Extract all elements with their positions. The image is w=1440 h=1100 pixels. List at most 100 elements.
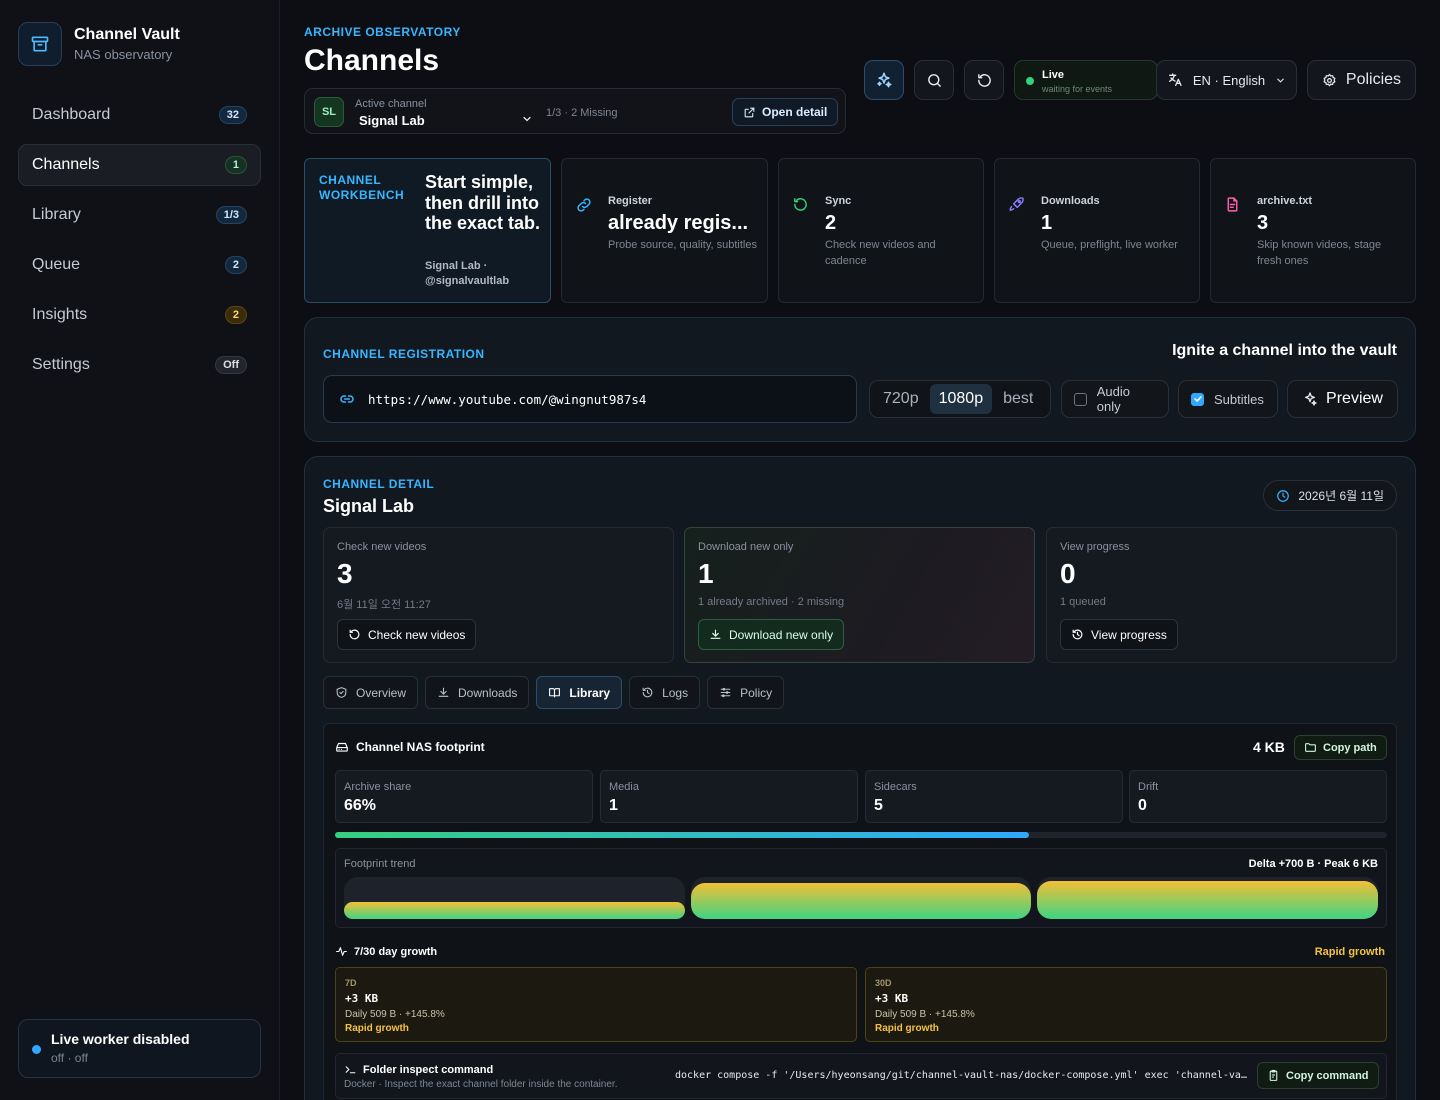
active-channel-selector[interactable]: SL Active channel Signal Lab 1/3 · 2 Mis… — [304, 88, 846, 134]
archive-share-progress-fill — [335, 832, 1030, 838]
open-detail-button[interactable]: Open detail — [732, 98, 839, 126]
check-new-videos-button[interactable]: Check new videos — [337, 619, 477, 650]
quality-option-best[interactable]: best — [994, 384, 1042, 414]
growth-value: +3 KB — [875, 992, 909, 1005]
audio-only-toggle[interactable]: Audio only — [1061, 380, 1169, 418]
nas-footprint-section: Channel NAS footprint 4 KB Copy path Arc… — [323, 723, 1397, 1100]
channel-workbench-card: CHANNEL WORKBENCH Start simple, then dri… — [304, 158, 551, 303]
stat-subtitle: Queue, preflight, live worker — [1041, 239, 1178, 251]
shield-icon — [336, 687, 347, 698]
archive-share-progress — [335, 832, 1387, 838]
copy-command-label: Copy command — [1286, 1069, 1369, 1082]
sidebar-item-dashboard[interactable]: Dashboard 32 — [18, 94, 261, 136]
count-badge: 2 — [224, 306, 247, 324]
action-label: View progress — [1060, 541, 1130, 553]
search-icon — [927, 73, 941, 87]
tab-policy[interactable]: Policy — [707, 676, 785, 709]
trend-bar — [690, 883, 1032, 919]
stat-label: archive.txt — [1257, 195, 1313, 207]
tab-library[interactable]: Library — [536, 676, 623, 709]
footprint-title: Channel NAS footprint — [356, 740, 485, 754]
search-button[interactable] — [914, 60, 954, 100]
count-badge: 32 — [218, 106, 247, 124]
policies-button[interactable]: Policies — [1307, 60, 1416, 100]
growth-title-row: 7/30 day growth — [335, 945, 437, 958]
stat-value: 1 — [1041, 212, 1053, 234]
preview-label: Preview — [1326, 390, 1383, 407]
stat-value: already regis... — [608, 212, 749, 234]
page-eyebrow: ARCHIVE OBSERVATORY — [304, 25, 461, 39]
stat-subtitle: Check new videos and cadence — [825, 239, 936, 267]
link-icon — [575, 196, 593, 214]
channel-registration-panel: CHANNEL REGISTRATION Ignite a channel in… — [304, 317, 1416, 442]
refresh-button[interactable] — [964, 60, 1004, 100]
sidebar-item-settings[interactable]: Settings Off — [18, 344, 261, 386]
register-card[interactable]: Register already regis... Probe source, … — [561, 158, 768, 303]
stat-subtitle: Probe source, quality, subtitles — [608, 239, 757, 251]
policies-label: Policies — [1345, 71, 1402, 88]
sidebar-item-library[interactable]: Library 1/3 — [18, 194, 261, 236]
gear-icon — [1323, 73, 1336, 86]
activity-icon — [336, 947, 347, 956]
live-worker-status[interactable]: Live worker disabled off · off — [18, 1019, 261, 1078]
channel-url-input[interactable]: https://www.youtube.com/@wingnut987s4 — [323, 375, 857, 423]
clipboard-icon — [1269, 1069, 1278, 1081]
metric-value: 5 — [874, 797, 883, 814]
download-icon — [438, 687, 449, 697]
check-new-videos-card: Check new videos 3 6월 11일 오전 11:27 Check… — [323, 527, 674, 663]
copy-path-label: Copy path — [1323, 741, 1377, 754]
download-new-only-button[interactable]: Download new only — [698, 619, 845, 650]
sidebar-item-queue[interactable]: Queue 2 — [18, 244, 261, 286]
quality-option-720p[interactable]: 720p — [874, 384, 928, 414]
checkbox-checked-icon — [1191, 392, 1204, 406]
view-progress-button[interactable]: View progress — [1060, 619, 1178, 650]
copy-path-button[interactable]: Copy path — [1294, 735, 1387, 760]
subtitles-toggle[interactable]: Subtitles — [1178, 380, 1278, 418]
sidebar-item-label: Library — [32, 206, 81, 223]
action-label: Check new videos — [337, 541, 427, 553]
trend-label: Footprint trend — [344, 858, 416, 870]
sidebar-item-insights[interactable]: Insights 2 — [18, 294, 261, 336]
metric-label: Media — [609, 781, 639, 793]
chevron-down-icon[interactable] — [521, 113, 533, 125]
live-title: Live — [1042, 69, 1065, 81]
rocket-icon — [1008, 196, 1025, 213]
worker-subtitle: off · off — [51, 1051, 88, 1065]
detail-tabs: Overview Downloads Library Logs Policy — [323, 676, 785, 709]
main-content: ARCHIVE OBSERVATORY Channels SL Active c… — [280, 0, 1440, 1100]
terminal-icon — [345, 1066, 356, 1074]
action-value: 1 — [698, 558, 714, 589]
button-label: Download new only — [729, 627, 834, 642]
registration-tagline: Ignite a channel into the vault — [1172, 342, 1397, 359]
quality-option-1080p[interactable]: 1080p — [929, 384, 993, 414]
archive-txt-card[interactable]: archive.txt 3 Skip known videos, stage f… — [1210, 158, 1416, 303]
sparkle-icon — [877, 72, 892, 88]
tab-downloads[interactable]: Downloads — [425, 676, 530, 709]
tab-logs[interactable]: Logs — [629, 676, 701, 709]
sparkle-icon — [1305, 392, 1317, 406]
date-pill[interactable]: 2026년 6월 11일 — [1263, 480, 1397, 511]
refresh-icon — [349, 629, 360, 640]
sparkle-button[interactable] — [864, 60, 904, 100]
channel-url-value: https://www.youtube.com/@wingnut987s4 — [368, 391, 647, 407]
sidebar-item-channels[interactable]: Channels 1 — [18, 144, 261, 186]
downloads-card[interactable]: Downloads 1 Queue, preflight, live worke… — [994, 158, 1200, 303]
button-label: Check new videos — [368, 627, 466, 642]
action-subtitle: 6월 11일 오전 11:27 — [337, 599, 431, 611]
file-icon — [1224, 196, 1241, 213]
preview-button[interactable]: Preview — [1287, 380, 1398, 418]
action-subtitle: 1 already archived · 2 missing — [698, 596, 845, 608]
sync-card[interactable]: Sync 2 Check new videos and cadence — [778, 158, 984, 303]
tab-overview[interactable]: Overview — [323, 676, 419, 709]
growth-value: +3 KB — [345, 992, 379, 1005]
checkbox-unchecked-icon — [1074, 392, 1087, 406]
cmd-text[interactable]: docker compose -f '/Users/hyeonsang/git/… — [675, 1070, 1248, 1081]
action-label: Download new only — [698, 541, 794, 553]
footprint-trend: Footprint trend Delta +700 B · Peak 6 KB — [335, 848, 1387, 928]
refresh-icon — [792, 196, 809, 213]
clock-icon — [1277, 489, 1290, 502]
copy-command-button[interactable]: Copy command — [1257, 1062, 1379, 1089]
registration-eyebrow: CHANNEL REGISTRATION — [323, 347, 485, 361]
language-select[interactable]: EN · English — [1156, 60, 1297, 100]
date-label: 2026년 6월 11일 — [1298, 489, 1384, 503]
